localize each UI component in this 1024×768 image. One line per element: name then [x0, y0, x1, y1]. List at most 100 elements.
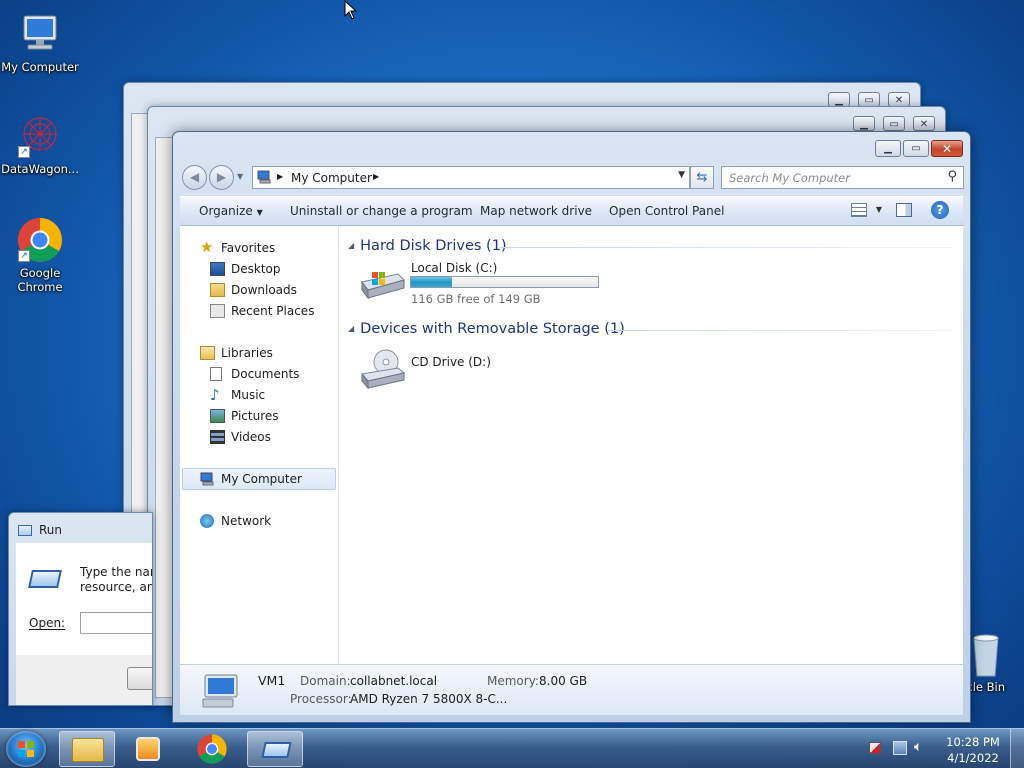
close-button[interactable]: ✕: [913, 116, 935, 131]
breadcrumb-my-computer[interactable]: My Computer: [291, 170, 372, 186]
desktop-icon-label: My Computer: [1, 60, 79, 74]
run-title: Run: [39, 523, 63, 537]
windows-logo-icon: [18, 741, 34, 757]
view-options-chevron-icon[interactable]: ▼: [876, 205, 882, 214]
drive-c-usage-bar: [410, 276, 599, 288]
volume-icon[interactable]: 🔈︎: [914, 739, 922, 755]
documents-icon: [210, 367, 222, 381]
ok-button[interactable]: [127, 667, 152, 690]
explorer-body: ★ Favorites Desktop Downloads Recent Pla…: [180, 226, 963, 664]
computer-name: VM1: [258, 673, 286, 688]
back-arrow-icon: ◀: [189, 170, 200, 184]
memory-value: 8.00 GB: [539, 674, 588, 688]
open-control-panel-button[interactable]: Open Control Panel: [609, 204, 724, 218]
forward-button[interactable]: ▶: [209, 165, 234, 190]
collapse-triangle-icon: ◢: [348, 324, 355, 333]
music-icon: ♪: [210, 386, 220, 404]
network-icon: [200, 514, 214, 528]
drive-c[interactable]: Local Disk (C:) 116 GB free of 149 GB: [356, 261, 616, 306]
run-icon: [18, 525, 32, 536]
close-button[interactable]: ✕: [888, 92, 910, 107]
maximize-button[interactable]: ▭: [858, 92, 880, 107]
recent-pages-dropdown[interactable]: ▼: [237, 172, 243, 181]
organize-button[interactable]: Organize ▼: [199, 204, 263, 218]
group-header-removable-storage[interactable]: ◢ Devices with Removable Storage (1): [348, 321, 625, 337]
content-pane: ◢ Hard Disk Drives (1) Local Disk (C:) 11…: [340, 226, 963, 664]
maximize-button[interactable]: ▭: [903, 140, 929, 157]
chrome-icon: ↗: [16, 216, 64, 264]
memory-key: Memory:: [487, 674, 539, 688]
action-center-flag-icon[interactable]: [869, 742, 881, 754]
drive-d[interactable]: CD Drive (D:): [356, 346, 536, 392]
hard-drive-icon: [358, 268, 406, 305]
command-bar: Organize ▼ Uninstall or change a program…: [180, 196, 963, 226]
start-button[interactable]: [6, 731, 46, 767]
processor-value: AMD Ryzen 7 5800X 8-C...: [350, 692, 508, 706]
processor-key: Processor:: [290, 692, 352, 706]
drive-d-label: CD Drive (D:): [411, 355, 491, 369]
clock-date[interactable]: 4/1/2022: [938, 751, 1008, 765]
pictures-icon: [210, 409, 225, 423]
clock-time[interactable]: 10:28 PM: [938, 735, 1008, 749]
drive-c-free-space: 116 GB free of 149 GB: [411, 292, 541, 306]
minimize-button[interactable]: ▁: [828, 92, 850, 107]
folder-icon: [72, 738, 104, 762]
address-bar[interactable]: ▶ My Computer ▶ ▼: [252, 166, 690, 189]
network-tray-icon[interactable]: [893, 741, 907, 755]
explorer-window[interactable]: ▁ ▭ ✕ ◀ ▶ ▼ ▶ My Computer ▶ ▼ ⇆ Search M…: [172, 131, 971, 723]
desktop-icon-label: Google Chrome: [17, 266, 63, 294]
libraries-icon: [200, 346, 215, 360]
search-input[interactable]: Search My Computer ⚲: [721, 166, 964, 189]
back-button[interactable]: ◀: [182, 165, 207, 190]
desktop-icon-google-chrome[interactable]: ↗ Google Chrome: [0, 216, 80, 294]
refresh-button[interactable]: ⇆: [690, 166, 714, 189]
star-icon: ★: [200, 238, 214, 256]
breadcrumb-chevron-icon[interactable]: ▶: [373, 172, 379, 181]
help-icon[interactable]: ?: [931, 201, 949, 219]
uninstall-program-button[interactable]: Uninstall or change a program: [290, 204, 473, 218]
shortcut-arrow-icon: ↗: [18, 250, 30, 262]
desktop-icon-datawagon[interactable]: ↗ DataWagon...: [0, 112, 80, 176]
open-label: Open:: [29, 616, 66, 630]
organize-label: Organize: [199, 204, 253, 218]
search-placeholder: Search My Computer: [729, 171, 850, 185]
taskbar-windows-explorer[interactable]: [59, 731, 115, 767]
change-view-icon[interactable]: [851, 203, 867, 217]
recycle-bin-icon: [966, 632, 1006, 678]
desktop-icon: [210, 262, 225, 276]
run-dialog[interactable]: Run Type the nan resource, and Open:: [8, 512, 153, 706]
taskbar-media-player[interactable]: [120, 731, 176, 767]
close-button[interactable]: ✕: [931, 140, 963, 157]
minimize-button[interactable]: ▁: [853, 116, 875, 131]
group-header-hard-disk-drives[interactable]: ◢ Hard Disk Drives (1): [348, 238, 507, 254]
desktop-icon-my-computer[interactable]: My Computer: [0, 10, 80, 74]
videos-icon: [210, 430, 225, 444]
address-dropdown-icon[interactable]: ▼: [678, 170, 685, 180]
chrome-icon: [197, 734, 227, 764]
map-network-drive-button[interactable]: Map network drive: [480, 204, 592, 218]
taskbar-run[interactable]: [247, 731, 303, 767]
taskbar-chrome[interactable]: [184, 731, 240, 767]
search-icon[interactable]: ⚲: [947, 169, 957, 184]
domain-value: collabnet.local: [350, 674, 438, 688]
shortcut-arrow-icon: ↗: [18, 146, 30, 158]
taskbar: 🔈︎ 10:28 PM 4/1/2022: [0, 728, 1024, 768]
computer-icon: [200, 472, 215, 486]
maximize-button[interactable]: ▭: [883, 116, 905, 131]
run-description-line2: resource, and: [80, 580, 152, 594]
collapse-triangle-icon: ◢: [348, 241, 355, 250]
run-program-icon: [261, 742, 292, 758]
domain-key: Domain:: [300, 674, 351, 688]
minimize-button[interactable]: ▁: [875, 140, 901, 157]
details-pane: VM1 Domain: collabnet.local Memory: 8.00…: [180, 664, 963, 715]
computer-icon: [16, 10, 64, 58]
drive-c-usage-fill: [411, 277, 453, 287]
run-description-line1: Type the nan: [80, 565, 153, 579]
computer-icon: [257, 170, 273, 184]
show-desktop-button[interactable]: [1010, 729, 1024, 768]
preview-pane-icon[interactable]: [896, 203, 912, 217]
drive-c-label: Local Disk (C:): [411, 261, 498, 275]
downloads-folder-icon: [210, 283, 225, 297]
run-program-icon: [28, 570, 62, 588]
open-input[interactable]: [80, 612, 152, 634]
